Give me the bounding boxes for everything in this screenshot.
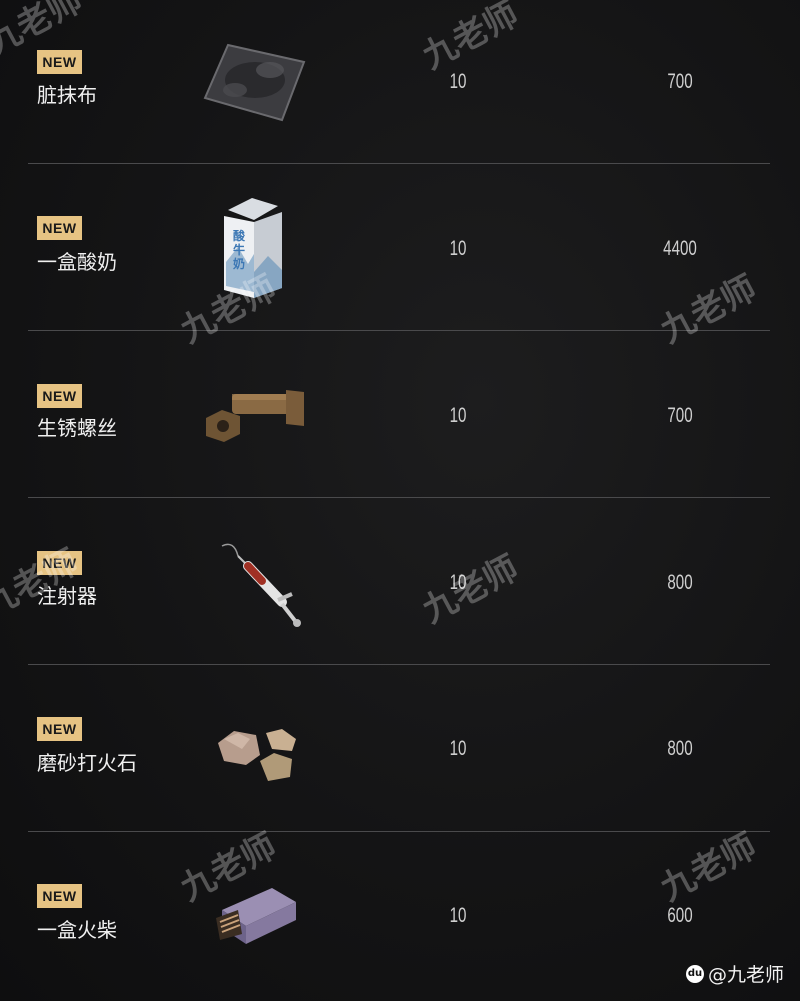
new-badge: NEW [37,50,82,74]
item-quantity: 10 [449,571,467,594]
item-name: 注射器 [37,584,97,608]
new-badge: NEW [37,884,82,908]
baidu-paw-icon: du [685,964,704,983]
author-credit: du @九老师 [685,960,784,987]
carton-label: 酸 [233,228,246,243]
new-badge: NEW [37,384,82,408]
syringe-icon [221,543,301,627]
item-row[interactable]: NEW 一盒酸奶 酸 牛 奶 10 4400 [0,164,800,330]
item-price: 800 [667,571,693,594]
item-row[interactable]: NEW 一盒火柴 10 600 [0,832,800,1001]
item-price: 800 [667,737,693,760]
item-quantity: 10 [449,737,467,760]
svg-text:奶: 奶 [233,256,245,271]
new-badge: NEW [37,717,82,741]
item-quantity: 10 [449,237,467,260]
item-quantity: 10 [449,404,467,427]
item-price: 700 [667,404,693,427]
svg-text:牛: 牛 [233,242,245,257]
matchbox-icon [216,888,296,944]
dirty-rag-icon [203,43,306,122]
item-price: 4400 [663,237,697,260]
item-price: 600 [667,904,693,927]
new-badge: NEW [37,216,82,240]
credit-text: @九老师 [707,964,784,986]
item-name: 生锈螺丝 [37,416,117,440]
item-quantity: 10 [449,904,467,927]
item-row[interactable]: NEW 生锈螺丝 10 700 [0,331,800,497]
item-row[interactable]: NEW 注射器 10 800 [0,498,800,664]
flint-stones-icon [218,729,296,781]
item-quantity: 10 [449,70,467,93]
item-name: 磨砂打火石 [37,751,137,775]
item-price: 700 [667,70,693,93]
yogurt-carton-icon: 酸 牛 奶 [224,198,282,298]
item-row[interactable]: NEW 脏抹布 10 700 [0,0,800,163]
item-name: 一盒酸奶 [37,250,117,274]
new-badge: NEW [37,551,82,575]
rusty-bolt-icon [206,390,304,442]
item-list: NEW 脏抹布 10 700 NEW 一盒酸奶 酸 牛 奶 10 4400 NE… [0,0,800,1001]
item-row[interactable]: NEW 磨砂打火石 10 800 [0,665,800,831]
item-name: 脏抹布 [37,83,97,107]
item-name: 一盒火柴 [37,918,117,942]
